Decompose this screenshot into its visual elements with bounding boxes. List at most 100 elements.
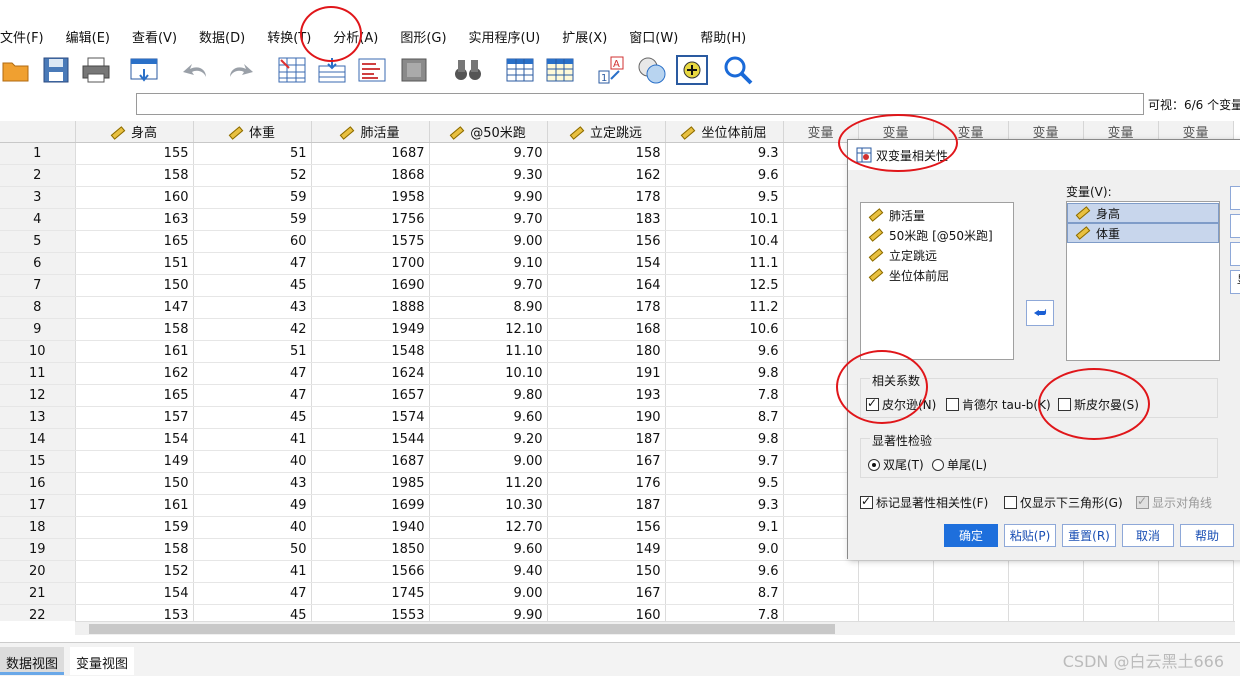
menu-item-1[interactable]: 编辑(E) — [66, 27, 110, 46]
menu-item-2[interactable]: 查看(V) — [132, 27, 177, 46]
row-number[interactable]: 21 — [0, 582, 76, 605]
data-cell[interactable]: 47 — [193, 384, 312, 407]
variable-list-item[interactable]: 50米跑 [@50米跑] — [861, 225, 1013, 245]
data-cell[interactable]: 9.70 — [429, 274, 548, 297]
data-cell[interactable]: 9.00 — [429, 230, 548, 253]
variable-list-item[interactable]: 身高 — [1067, 203, 1219, 223]
data-cell[interactable]: 165 — [75, 384, 194, 407]
data-cell[interactable]: 9.00 — [429, 450, 548, 473]
data-cell[interactable]: 40 — [193, 516, 312, 539]
save-icon[interactable] — [40, 54, 72, 86]
data-cell[interactable]: 9.70 — [429, 208, 548, 231]
data-cell[interactable]: 1940 — [311, 516, 430, 539]
empty-cell[interactable] — [1083, 604, 1159, 621]
data-cell[interactable]: 150 — [75, 274, 194, 297]
menu-item-9[interactable]: 窗口(W) — [629, 27, 678, 46]
data-cell[interactable]: 1657 — [311, 384, 430, 407]
column-header[interactable]: 身高 — [75, 121, 194, 143]
data-cell[interactable]: 9.8 — [665, 428, 784, 451]
data-cell[interactable]: 147 — [75, 296, 194, 319]
data-cell[interactable]: 9.30 — [429, 164, 548, 187]
split-file-icon[interactable] — [398, 54, 430, 86]
data-cell[interactable]: 9.20 — [429, 428, 548, 451]
data-cell[interactable]: 183 — [547, 208, 666, 231]
data-cell[interactable]: 9.6 — [665, 164, 784, 187]
data-cell[interactable]: 1574 — [311, 406, 430, 429]
data-cell[interactable]: 1699 — [311, 494, 430, 517]
data-cell[interactable]: 1553 — [311, 604, 430, 621]
horizontal-scrollbar[interactable] — [75, 621, 1235, 635]
data-cell[interactable]: 1985 — [311, 472, 430, 495]
data-cell[interactable]: 9.5 — [665, 186, 784, 209]
variable-list-item[interactable]: 立定跳远 — [861, 245, 1013, 265]
data-cell[interactable]: 158 — [75, 318, 194, 341]
empty-cell[interactable] — [1083, 560, 1159, 583]
kendall-checkbox[interactable]: 肯德尔 tau-b(K) — [946, 396, 1051, 413]
column-header[interactable]: 肺活量 — [311, 121, 430, 143]
data-cell[interactable]: 178 — [547, 186, 666, 209]
ok-button[interactable]: 确定 — [944, 524, 998, 547]
data-cell[interactable]: 154 — [547, 252, 666, 275]
row-number[interactable]: 18 — [0, 516, 76, 539]
data-cell[interactable]: 7.8 — [665, 384, 784, 407]
variable-list-item[interactable]: 肺活量 — [861, 205, 1013, 225]
data-cell[interactable]: 9.90 — [429, 186, 548, 209]
row-number[interactable]: 14 — [0, 428, 76, 451]
source-variable-list[interactable]: 肺活量 50米跑 [@50米跑] 立定跳远 坐位体前屈 — [860, 202, 1014, 360]
data-cell[interactable]: 156 — [547, 516, 666, 539]
flag-significant-checkbox[interactable]: 标记显著性相关性(F) — [860, 494, 988, 511]
data-cell[interactable]: 161 — [75, 340, 194, 363]
data-cell[interactable]: 162 — [547, 164, 666, 187]
data-cell[interactable]: 45 — [193, 604, 312, 621]
row-number[interactable]: 16 — [0, 472, 76, 495]
row-number[interactable]: 12 — [0, 384, 76, 407]
row-number[interactable]: 3 — [0, 186, 76, 209]
data-cell[interactable]: 47 — [193, 252, 312, 275]
data-cell[interactable]: 151 — [75, 252, 194, 275]
data-cell[interactable]: 9.00 — [429, 582, 548, 605]
row-number[interactable]: 9 — [0, 318, 76, 341]
menu-item-3[interactable]: 数据(D) — [199, 27, 245, 46]
data-cell[interactable]: 163 — [75, 208, 194, 231]
empty-cell[interactable] — [1008, 604, 1084, 621]
data-cell[interactable]: 1888 — [311, 296, 430, 319]
data-cell[interactable]: 150 — [547, 560, 666, 583]
move-variable-button[interactable]: ⮨ — [1026, 300, 1054, 326]
data-cell[interactable]: 9.1 — [665, 516, 784, 539]
data-cell[interactable]: 1548 — [311, 340, 430, 363]
row-number[interactable]: 20 — [0, 560, 76, 583]
row-number[interactable]: 1 — [0, 142, 76, 165]
variables-icon[interactable] — [356, 54, 388, 86]
menu-item-8[interactable]: 扩展(X) — [562, 27, 607, 46]
data-cell[interactable]: 51 — [193, 340, 312, 363]
insert-cases-icon[interactable] — [504, 54, 536, 86]
options-button[interactable] — [1230, 186, 1240, 210]
data-cell[interactable]: 1687 — [311, 450, 430, 473]
row-number[interactable]: 17 — [0, 494, 76, 517]
data-cell[interactable]: 1575 — [311, 230, 430, 253]
data-cell[interactable]: 9.5 — [665, 472, 784, 495]
data-cell[interactable]: 9.40 — [429, 560, 548, 583]
data-cell[interactable]: 9.0 — [665, 538, 784, 561]
data-cell[interactable]: 43 — [193, 472, 312, 495]
data-cell[interactable]: 157 — [75, 406, 194, 429]
print-icon[interactable] — [80, 54, 112, 86]
data-cell[interactable]: 1868 — [311, 164, 430, 187]
data-cell[interactable]: 1687 — [311, 142, 430, 165]
row-number[interactable]: 6 — [0, 252, 76, 275]
data-cell[interactable]: 47 — [193, 362, 312, 385]
data-cell[interactable]: 1850 — [311, 538, 430, 561]
data-cell[interactable]: 9.70 — [429, 142, 548, 165]
data-cell[interactable]: 10.1 — [665, 208, 784, 231]
data-cell[interactable]: 158 — [75, 164, 194, 187]
data-cell[interactable]: 9.7 — [665, 450, 784, 473]
data-cell[interactable]: 1949 — [311, 318, 430, 341]
menu-item-6[interactable]: 图形(G) — [400, 27, 446, 46]
data-cell[interactable]: 158 — [75, 538, 194, 561]
data-cell[interactable]: 187 — [547, 428, 666, 451]
data-cell[interactable]: 9.6 — [665, 560, 784, 583]
style-button[interactable] — [1230, 214, 1240, 238]
row-number[interactable]: 22 — [0, 604, 76, 621]
empty-cell[interactable] — [783, 604, 859, 621]
data-cell[interactable]: 42 — [193, 318, 312, 341]
